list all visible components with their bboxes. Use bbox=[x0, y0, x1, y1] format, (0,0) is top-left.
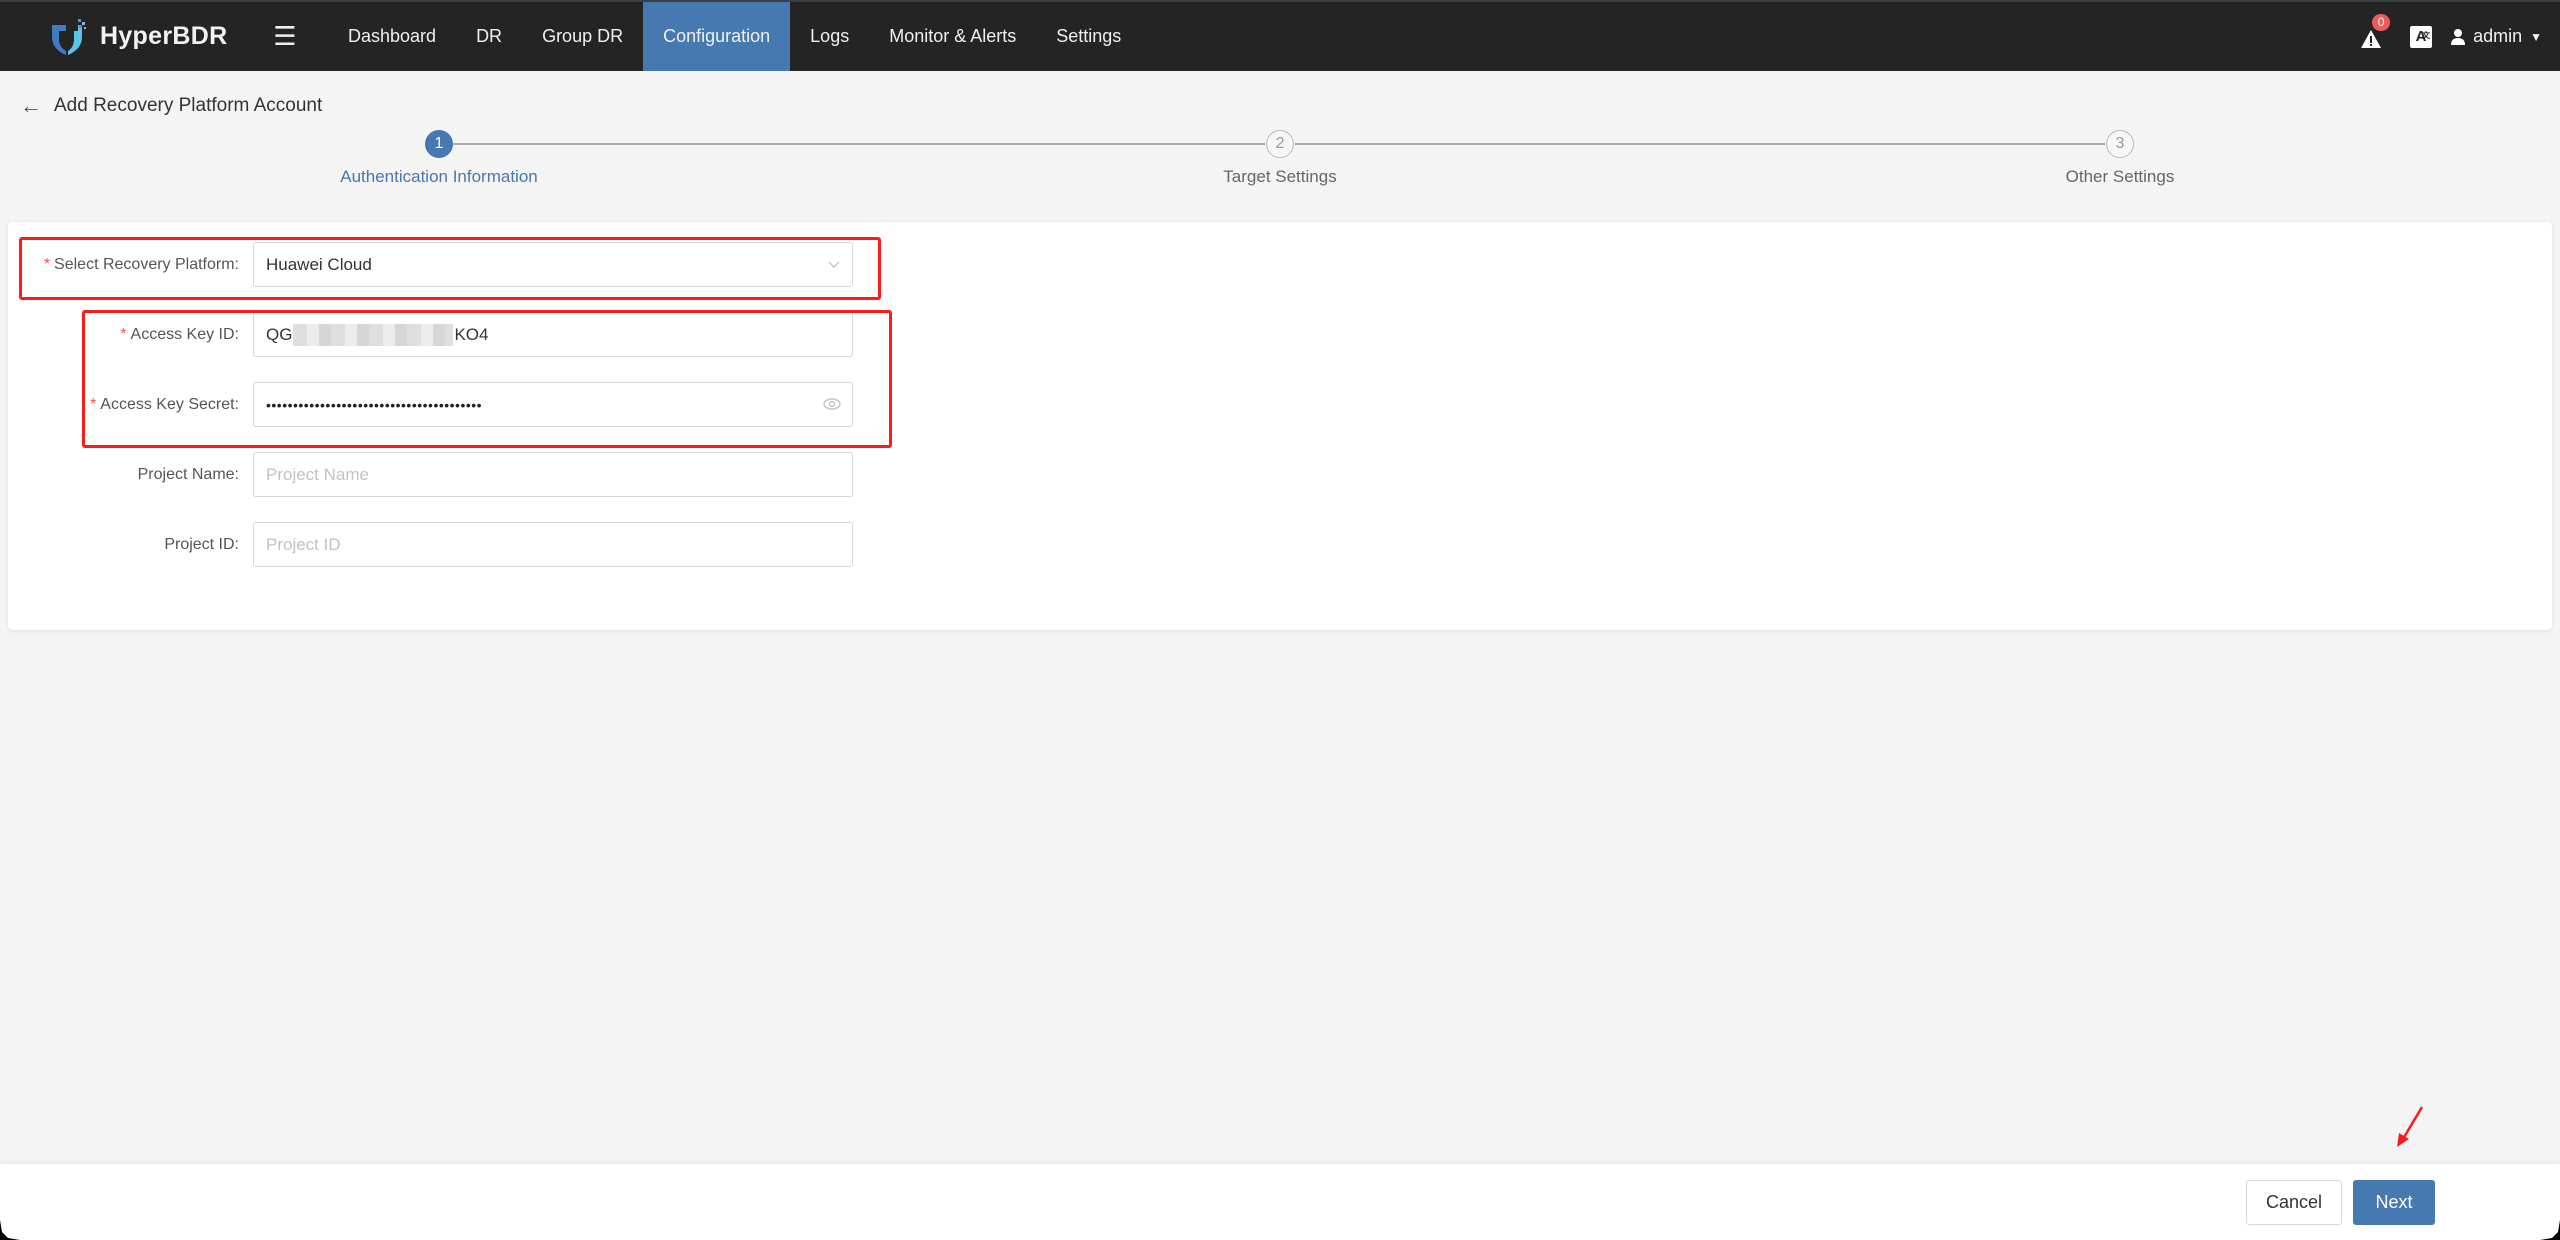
access-key-id-label: * Access Key ID: bbox=[8, 326, 253, 344]
step-target-settings: 2 Target Settings bbox=[1080, 130, 1480, 187]
project-name-row: Project Name: Project Name bbox=[8, 452, 853, 497]
access-key-id-input[interactable]: QG KO4 bbox=[253, 312, 853, 357]
access-key-id-row: * Access Key ID: QG KO4 bbox=[8, 312, 853, 357]
step-label: Other Settings bbox=[2065, 167, 2175, 186]
footer-bar: Cancel Next bbox=[0, 1164, 2560, 1240]
nav-item-dashboard[interactable]: Dashboard bbox=[328, 2, 456, 71]
required-mark: * bbox=[120, 325, 127, 343]
annotation-arrow-icon bbox=[2397, 1106, 2424, 1147]
access-key-secret-label: * Access Key Secret: bbox=[8, 396, 253, 414]
user-menu[interactable]: admin ▼ bbox=[2450, 26, 2542, 47]
project-id-label: Project ID: bbox=[164, 535, 239, 553]
alerts-button[interactable]: 0 bbox=[2360, 13, 2391, 51]
step-number: 2 bbox=[1266, 130, 1294, 158]
arrow-left-icon[interactable]: ← bbox=[20, 93, 42, 119]
platform-row: * Select Recovery Platform: Huawei Cloud bbox=[8, 242, 853, 287]
user-icon bbox=[2451, 28, 2466, 45]
next-button[interactable]: Next bbox=[2353, 1180, 2435, 1225]
redacted-mask bbox=[293, 323, 454, 346]
nav-item-dr[interactable]: DR bbox=[456, 2, 522, 71]
project-name-placeholder: Project Name bbox=[266, 464, 369, 484]
alert-count-badge: 0 bbox=[2372, 13, 2391, 31]
wizard-steps: 1 Authentication Information 2 Target Se… bbox=[0, 130, 2560, 190]
eye-icon[interactable] bbox=[822, 396, 842, 412]
hyperbdr-logo-icon bbox=[48, 17, 90, 57]
username: admin bbox=[2473, 26, 2523, 46]
chevron-down-icon bbox=[828, 261, 840, 268]
language-icon[interactable]: A文 bbox=[2410, 25, 2433, 48]
platform-label: * Select Recovery Platform: bbox=[8, 256, 253, 274]
access-key-secret-input[interactable]: •••••••••••••••••••••••••••••••••••••••• bbox=[253, 382, 853, 427]
caret-down-icon: ▼ bbox=[2530, 29, 2542, 44]
platform-select-value: Huawei Cloud bbox=[266, 254, 372, 274]
project-id-row: Project ID: Project ID bbox=[8, 522, 853, 567]
access-key-id-prefix: QG bbox=[266, 324, 293, 344]
access-key-secret-value: •••••••••••••••••••••••••••••••••••••••• bbox=[266, 396, 483, 413]
access-key-id-label-text: Access Key ID: bbox=[130, 325, 239, 343]
step-label: Target Settings bbox=[1223, 167, 1337, 186]
project-name-label: Project Name: bbox=[137, 465, 239, 483]
step-authentication: 1 Authentication Information bbox=[239, 130, 639, 187]
step-other-settings: 3 Other Settings bbox=[1920, 130, 2320, 187]
brand-name: HyperBDR bbox=[100, 22, 228, 50]
brand[interactable]: HyperBDR bbox=[48, 2, 268, 71]
nav-item-configuration[interactable]: Configuration bbox=[643, 2, 791, 71]
required-mark: * bbox=[90, 395, 97, 413]
project-id-placeholder: Project ID bbox=[266, 534, 341, 554]
nav-item-logs[interactable]: Logs bbox=[790, 2, 869, 71]
navbar-right: 0 A文 admin ▼ bbox=[2360, 2, 2542, 71]
main-nav: Dashboard DR Group DR Configuration Logs… bbox=[328, 2, 1141, 71]
platform-select[interactable]: Huawei Cloud bbox=[253, 242, 853, 287]
cancel-button[interactable]: Cancel bbox=[2246, 1180, 2342, 1225]
warning-icon bbox=[2361, 29, 2382, 48]
step-label: Authentication Information bbox=[340, 167, 538, 186]
step-number: 3 bbox=[2106, 130, 2134, 158]
step-number: 1 bbox=[425, 130, 453, 158]
form-card: * Select Recovery Platform: Huawei Cloud … bbox=[8, 222, 2552, 630]
access-key-id-suffix: KO4 bbox=[454, 324, 489, 344]
nav-item-group-dr[interactable]: Group DR bbox=[522, 2, 643, 71]
hamburger-menu-icon[interactable]: ☰ bbox=[270, 2, 300, 71]
project-id-input[interactable]: Project ID bbox=[253, 522, 853, 567]
nav-item-settings[interactable]: Settings bbox=[1036, 2, 1141, 71]
project-name-input[interactable]: Project Name bbox=[253, 452, 853, 497]
platform-label-text: Select Recovery Platform: bbox=[54, 255, 239, 273]
access-key-secret-row: * Access Key Secret: ••••••••••••••••••••… bbox=[8, 382, 853, 427]
page-title: Add Recovery Platform Account bbox=[54, 95, 323, 116]
required-mark: * bbox=[43, 255, 51, 273]
top-navbar: HyperBDR ☰ Dashboard DR Group DR Configu… bbox=[0, 0, 2560, 71]
access-key-secret-label-text: Access Key Secret: bbox=[100, 395, 239, 413]
nav-item-monitor-alerts[interactable]: Monitor & Alerts bbox=[869, 2, 1036, 71]
language-icon-sup: 文 bbox=[2422, 30, 2431, 40]
page-header: ← Add Recovery Platform Account bbox=[20, 93, 322, 119]
